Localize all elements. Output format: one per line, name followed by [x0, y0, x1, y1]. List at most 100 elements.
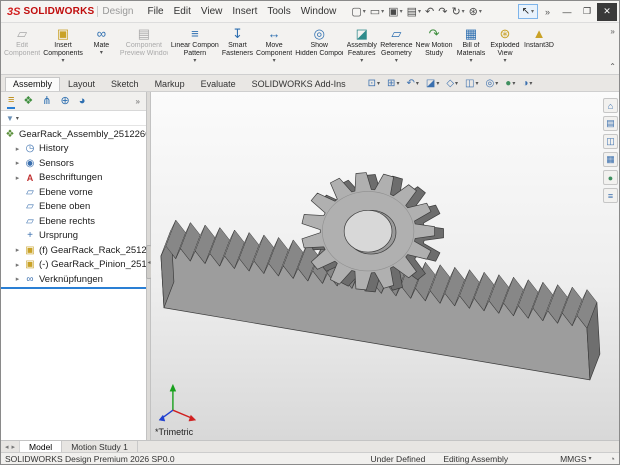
appearances-icon[interactable]: ●: [603, 170, 618, 185]
zoom-fit-button[interactable]: ⊡▾: [368, 79, 380, 89]
print-icon: ▤: [407, 6, 417, 18]
button-label: Features: [348, 50, 376, 58]
propertymanager-tab[interactable]: ❖: [22, 94, 34, 108]
unit-system-selector[interactable]: MMGS ▾: [560, 454, 591, 464]
edit-appearance-button[interactable]: ●▾: [505, 79, 515, 89]
caret-down-icon[interactable]: ▾: [16, 115, 19, 122]
menu-file[interactable]: File: [143, 4, 169, 19]
menu-view[interactable]: View: [196, 4, 228, 19]
rollback-bar[interactable]: [1, 287, 146, 289]
edit-component-button[interactable]: ▱ Edit Component: [3, 25, 41, 73]
view-palette-icon[interactable]: ▦: [603, 152, 618, 167]
tab-motion-study-1[interactable]: Motion Study 1: [62, 441, 138, 452]
tab-markup[interactable]: Markup: [147, 77, 193, 91]
configurationmanager-tab[interactable]: ⋔: [41, 94, 52, 108]
custom-properties-icon[interactable]: ≡: [603, 188, 618, 203]
home-icon[interactable]: ⌂: [603, 98, 618, 113]
new-document-button[interactable]: ▢▾: [351, 6, 365, 18]
tab-assembly[interactable]: Assembly: [5, 77, 60, 91]
bill-of-materials-button[interactable]: ▦ Bill of Materials ▾: [455, 25, 488, 73]
expand-icon[interactable]: ▸: [14, 275, 21, 283]
displaymanager-tab[interactable]: ◕: [78, 94, 87, 108]
status-icon[interactable]: ◔: [610, 454, 615, 464]
print-button[interactable]: ▤▾: [407, 6, 421, 18]
tab-scroll-right-icon[interactable]: ▸: [12, 443, 16, 451]
previous-view-button[interactable]: ↶▾: [406, 79, 418, 89]
assembly-features-button[interactable]: ◪ Assembly Features ▾: [345, 25, 378, 73]
tree-item-label: Ursprung: [39, 230, 78, 241]
design-library-icon[interactable]: ▤: [603, 116, 618, 131]
panel-tabs-overflow-button[interactable]: »: [136, 96, 140, 107]
3d-model-gear-rack-assembly[interactable]: [151, 92, 619, 440]
linear-component-pattern-button[interactable]: ≡ Linear Component Pattern ▾: [170, 25, 220, 73]
tree-item-label: Ebene rechts: [39, 216, 95, 227]
section-view-button[interactable]: ◪▾: [426, 79, 439, 89]
linear-component-pattern-icon: ≡: [191, 27, 199, 42]
tab-layout[interactable]: Layout: [60, 77, 103, 91]
ribbon-collapse-button[interactable]: ⌃: [609, 62, 616, 71]
graphics-viewport[interactable]: *Trimetric ⌂ ▤ ◫ ▦ ● ≡: [151, 92, 619, 440]
expand-icon[interactable]: ▸: [14, 261, 21, 269]
tab-solidworks-add-ins[interactable]: SOLIDWORKS Add-Ins: [244, 77, 354, 91]
new-motion-study-button[interactable]: ↷ New Motion Study: [415, 25, 454, 73]
hide-show-items-button[interactable]: ◎▾: [486, 79, 499, 89]
dimxpert-tab[interactable]: ⊕: [60, 94, 71, 108]
expand-icon[interactable]: ▸: [14, 159, 21, 167]
tree-item-sensors[interactable]: ▸ ◉ Sensors: [1, 156, 146, 171]
zoom-area-button[interactable]: ⊞▾: [387, 79, 399, 89]
maximize-button[interactable]: ❐: [577, 3, 597, 21]
toolbar-overflow-button[interactable]: »: [540, 7, 555, 17]
tree-item-front-plane[interactable]: ▱ Ebene vorne: [1, 185, 146, 200]
options-icon: ⊛: [469, 6, 478, 18]
options-button[interactable]: ⊛▾: [469, 6, 482, 18]
tree-item-assembly-root[interactable]: ❖ GearRack_Assembly_25122601 (Standa: [1, 127, 146, 142]
show-hidden-components-button[interactable]: ◎ Show Hidden Components: [294, 25, 344, 73]
task-pane-tabs: ⌂ ▤ ◫ ▦ ● ≡: [603, 98, 618, 203]
component-preview-window-button[interactable]: ▤ Component Preview Window: [119, 25, 169, 73]
select-tool-button[interactable]: ↖ ▾: [518, 4, 538, 19]
featuremanager-tab[interactable]: ≡: [7, 93, 15, 109]
tree-item-top-plane[interactable]: ▱ Ebene oben: [1, 200, 146, 215]
redo-button[interactable]: ↷: [438, 6, 447, 18]
minimize-button[interactable]: —: [557, 3, 577, 21]
view-orientation-button[interactable]: ◇▾: [446, 79, 458, 89]
rebuild-button[interactable]: ↻▾: [451, 6, 464, 18]
ribbon-overflow-button[interactable]: »: [610, 27, 614, 36]
close-button[interactable]: ✕: [597, 3, 617, 21]
menu-edit[interactable]: Edit: [169, 4, 196, 19]
file-explorer-icon[interactable]: ◫: [603, 134, 618, 149]
save-button[interactable]: ▣▾: [388, 6, 402, 18]
tab-sketch[interactable]: Sketch: [103, 77, 147, 91]
filter-icon[interactable]: ▼: [6, 114, 14, 123]
view-settings-button[interactable]: ◑▾: [522, 79, 532, 89]
expand-icon[interactable]: ▸: [14, 174, 21, 182]
mate-button[interactable]: ∞ Mate ▾: [85, 25, 118, 73]
smart-fasteners-button[interactable]: ↧ Smart Fasteners: [221, 25, 254, 73]
expand-icon[interactable]: ▸: [14, 246, 21, 254]
display-style-button[interactable]: ◫▾: [465, 79, 478, 89]
tree-item-rack-component[interactable]: ▸ ▣ (f) GearRack_Rack_25122601<1> (: [1, 243, 146, 258]
move-component-button[interactable]: ↔ Move Component ▾: [255, 25, 293, 73]
expand-icon[interactable]: ▸: [14, 145, 21, 153]
tree-item-right-plane[interactable]: ▱ Ebene rechts: [1, 214, 146, 229]
caret-down-icon: ▾: [400, 6, 403, 18]
tab-evaluate[interactable]: Evaluate: [193, 77, 244, 91]
reference-geometry-button[interactable]: ▱ Reference Geometry ▾: [379, 25, 413, 73]
tree-filter-bar: ▼ ▾: [1, 111, 146, 126]
exploded-view-button[interactable]: ⊛ Exploded View ▾: [489, 25, 522, 73]
menu-window[interactable]: Window: [296, 4, 342, 19]
tree-item-pinion-component[interactable]: ▸ ▣ (-) GearRack_Pinion_25122601<1: [1, 258, 146, 273]
tree-item-history[interactable]: ▸ ◷ History: [1, 142, 146, 157]
tree-item-annotations[interactable]: ▸ A Beschriftungen: [1, 171, 146, 186]
undo-button[interactable]: ↶: [425, 6, 434, 18]
tree-item-origin[interactable]: + Ursprung: [1, 229, 146, 244]
open-button[interactable]: ▭▾: [370, 6, 384, 18]
tab-model[interactable]: Model: [20, 441, 62, 452]
instant3d-button[interactable]: ▲ Instant3D: [523, 25, 556, 73]
menu-tools[interactable]: Tools: [262, 4, 295, 19]
tree-item-mates[interactable]: ▸ ∞ Verknüpfungen: [1, 272, 146, 287]
menu-insert[interactable]: Insert: [227, 4, 262, 19]
insert-components-button[interactable]: ▣ Insert Components ▾: [42, 25, 84, 73]
tab-scroll-left-icon[interactable]: ◂: [5, 443, 9, 451]
button-label: Pattern: [184, 50, 207, 58]
